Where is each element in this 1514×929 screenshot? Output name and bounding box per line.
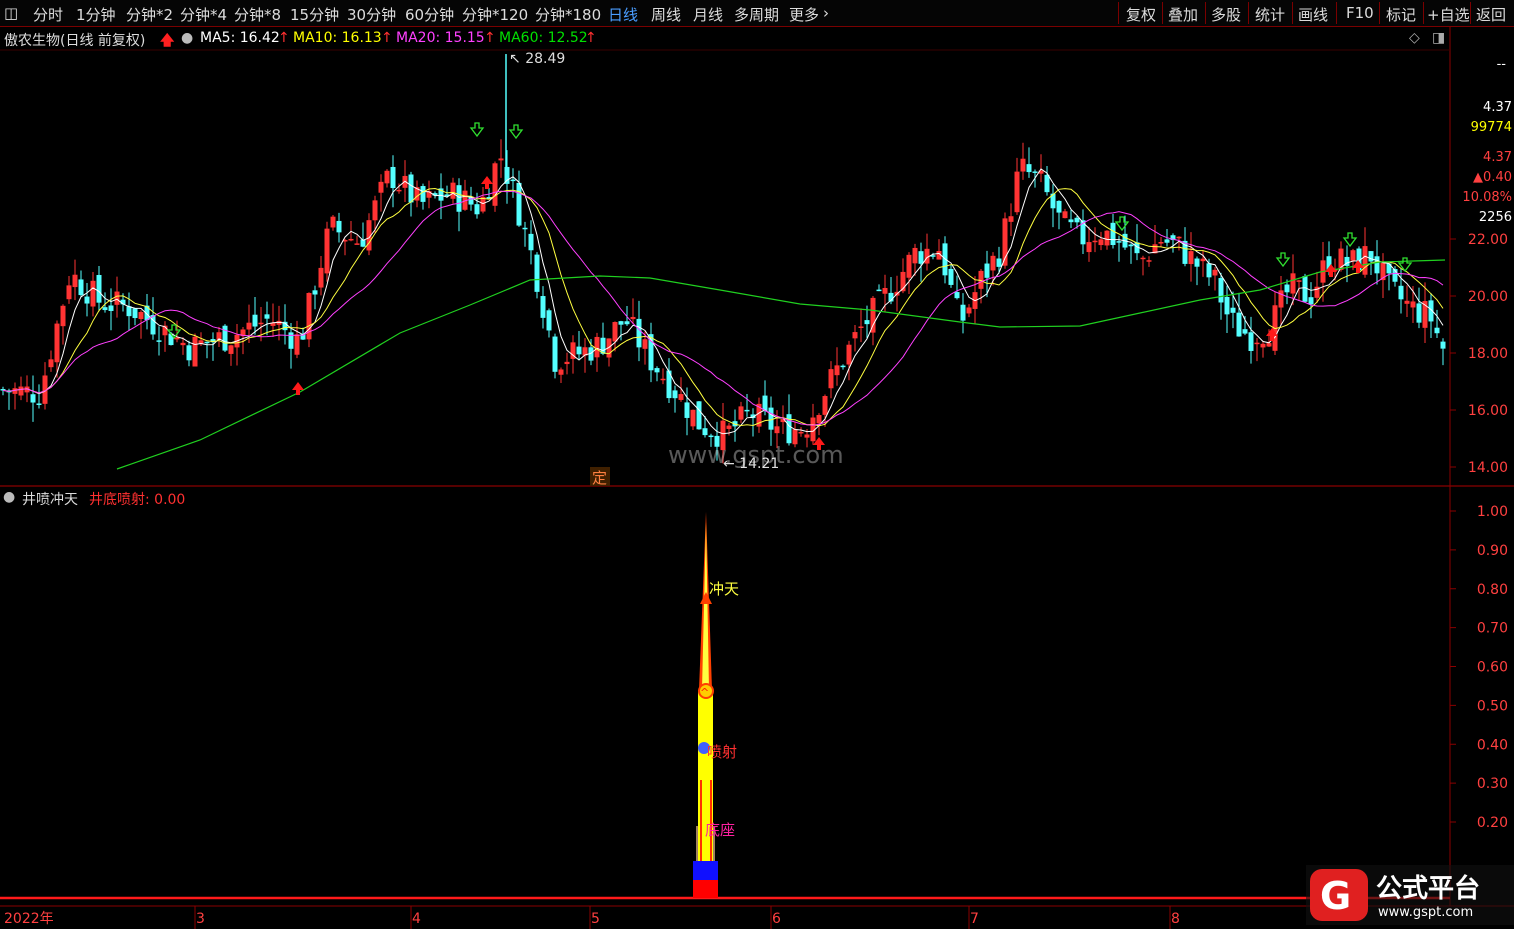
watermark-text: www.gspt.com <box>668 441 844 469</box>
price-tick: 16.00 <box>1468 403 1508 419</box>
indicator-axis: 1.00 0.90 0.80 0.70 0.60 0.50 0.40 0.30 0.20 <box>1450 504 1508 831</box>
annotation-chongtian: 冲天 <box>709 580 739 598</box>
side-info: 10.08% <box>1462 190 1512 205</box>
price-tick: 14.00 <box>1468 460 1508 476</box>
time-tick: 6 <box>772 911 781 927</box>
svg-text:G: G <box>1320 874 1351 918</box>
stock-chart-canvas[interactable]: 22.00 20.00 18.00 16.00 14.00 -- 4.37 99… <box>0 0 1514 929</box>
indicator-tick: 0.70 <box>1477 621 1508 637</box>
logo-url: www.gspt.com <box>1378 905 1473 920</box>
side-info: 99774 <box>1471 120 1512 135</box>
indicator-tick: 0.50 <box>1477 698 1508 714</box>
price-axis: 22.00 20.00 18.00 16.00 14.00 -- 4.37 99… <box>1450 57 1512 476</box>
high-price-label: ↖ 28.49 <box>509 51 565 67</box>
indicator-tick: 0.60 <box>1477 660 1508 676</box>
indicator-tick: 1.00 <box>1477 504 1508 520</box>
time-tick: 8 <box>1171 911 1180 927</box>
spike-base-red <box>693 880 718 898</box>
indicator-tick: 0.30 <box>1477 776 1508 792</box>
side-info: 4.37 <box>1483 100 1512 115</box>
side-info: ▲0.40 <box>1473 170 1512 185</box>
gspt-logo: G 公式平台 www.gspt.com <box>1306 865 1514 925</box>
price-tick: 22.00 <box>1468 232 1508 248</box>
annotation-dizuo: 底座 <box>705 821 735 839</box>
indicator-spike: ^ 冲天 喷射 底座 <box>693 512 739 898</box>
time-tick: 3 <box>196 911 205 927</box>
indicator-tick: 0.90 <box>1477 543 1508 559</box>
time-axis: 2022年 3 4 5 6 7 8 <box>4 906 1180 929</box>
spike-base-blue <box>693 861 718 880</box>
indicator-tick: 0.40 <box>1477 737 1508 753</box>
price-tick: 20.00 <box>1468 289 1508 305</box>
time-tick: 2022年 <box>4 911 54 927</box>
time-tick: 7 <box>970 911 979 927</box>
ding-marker: 定 <box>592 469 607 487</box>
annotation-penshe: 喷射 <box>707 743 737 761</box>
chevron-up-icon: ^ <box>700 686 709 699</box>
logo-name: 公式平台 <box>1376 873 1480 904</box>
side-info: 2256 <box>1479 210 1512 225</box>
price-tick: 18.00 <box>1468 346 1508 362</box>
side-info: 4.37 <box>1483 150 1512 165</box>
indicator-tick: 0.80 <box>1477 582 1508 598</box>
time-tick: 5 <box>591 911 600 927</box>
time-tick: 4 <box>412 911 421 927</box>
side-info: -- <box>1497 57 1507 72</box>
indicator-tick: 0.20 <box>1477 815 1508 831</box>
